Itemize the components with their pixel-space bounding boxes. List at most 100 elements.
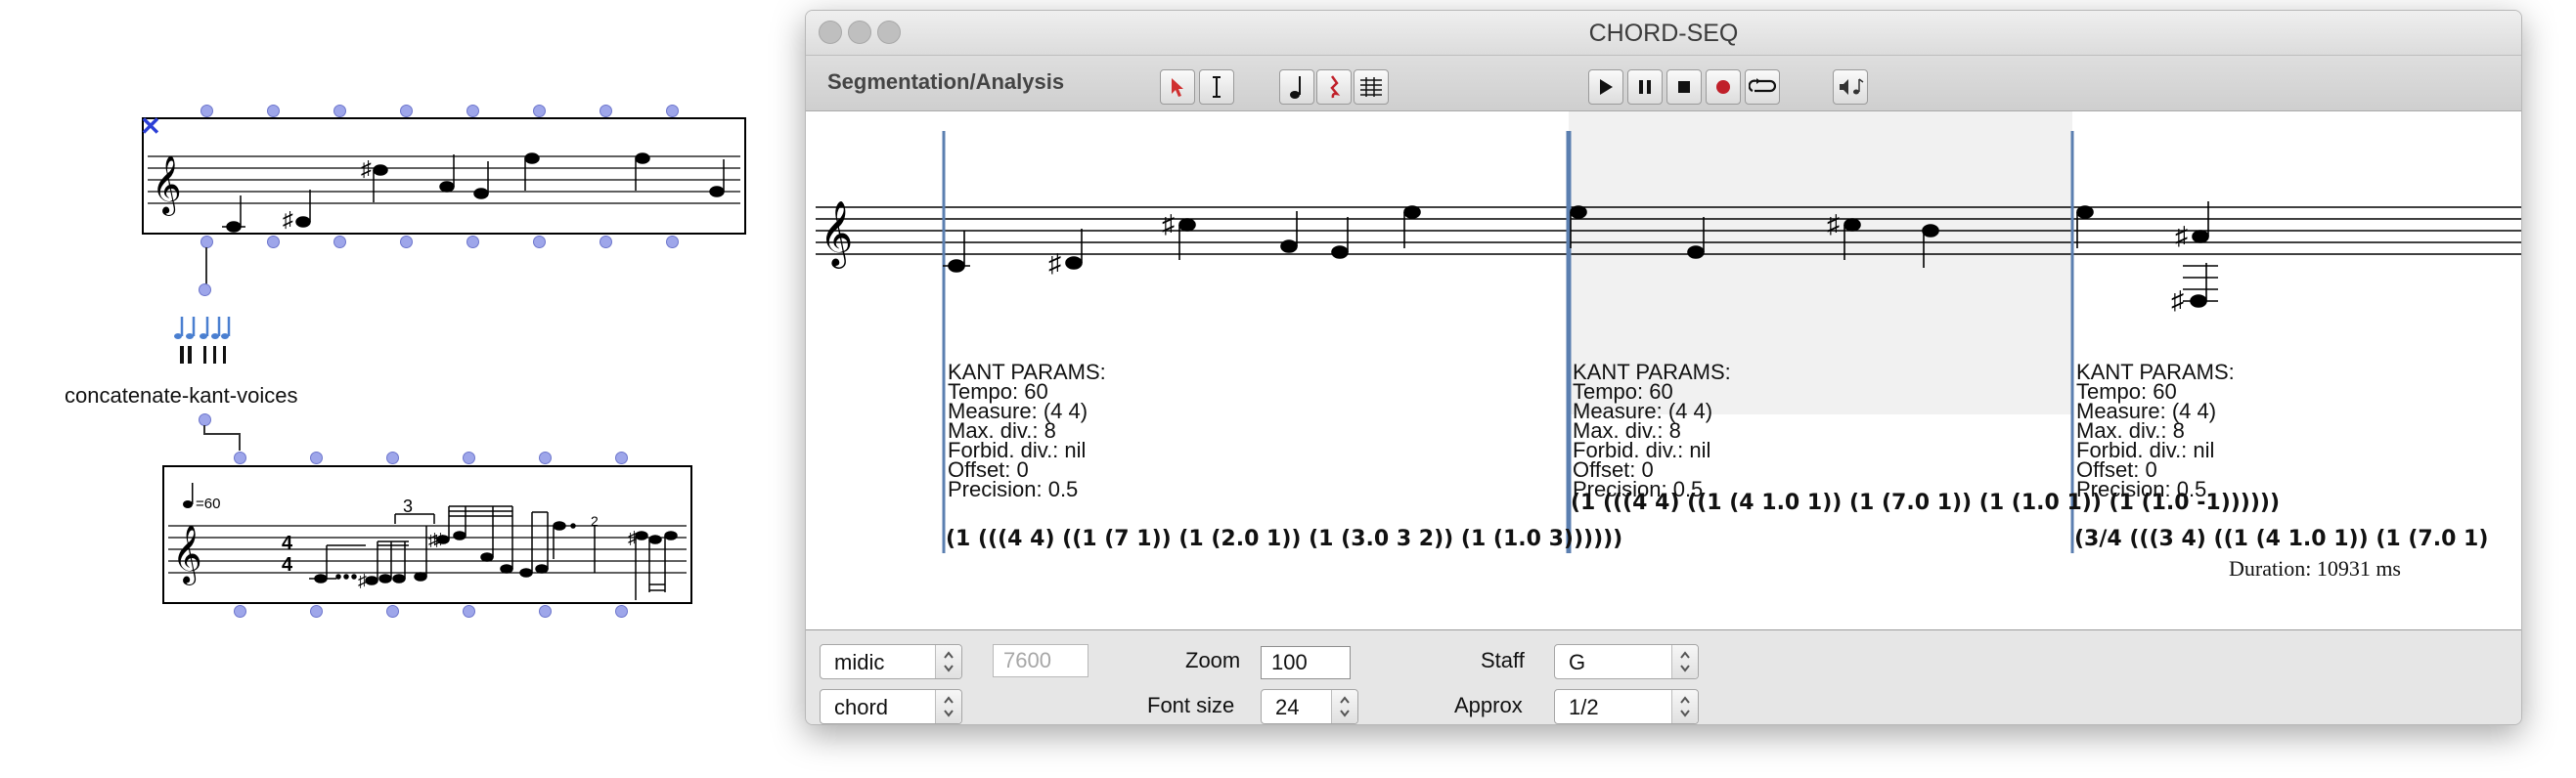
rest-icon <box>1330 75 1341 99</box>
kant-object-label: concatenate-kant-voices <box>65 383 298 408</box>
inlet[interactable] <box>533 105 546 117</box>
svg-text:♯: ♯ <box>1048 248 1061 278</box>
svg-text:♯: ♯ <box>283 207 293 232</box>
outlet[interactable] <box>333 236 346 248</box>
inlet[interactable] <box>333 105 346 117</box>
time-signature-bottom: 4 <box>282 554 293 576</box>
patch-connection[interactable] <box>239 433 241 451</box>
zoom-input[interactable]: 100 <box>1261 646 1351 679</box>
window-title: CHORD-SEQ <box>1588 20 1739 47</box>
tempo-mark: =60 <box>196 496 220 512</box>
svg-text:♯: ♯ <box>361 156 372 181</box>
input-chord-seq-box[interactable]: 𝄞 ♯ ♯ <box>142 117 746 235</box>
inlet[interactable] <box>386 452 399 464</box>
svg-text:♯: ♯ <box>358 571 367 590</box>
approx-select[interactable]: 1/2 <box>1554 689 1699 724</box>
note-icon <box>1290 76 1301 99</box>
score-grid-button[interactable] <box>1354 69 1389 105</box>
patch-connection[interactable] <box>203 433 241 435</box>
outlet[interactable] <box>600 236 612 248</box>
outlet[interactable] <box>310 605 323 618</box>
inlet[interactable] <box>200 105 213 117</box>
inlet[interactable] <box>539 452 552 464</box>
arrow-select-icon <box>1172 78 1183 97</box>
arrow-select-button[interactable] <box>1160 69 1195 105</box>
staff-select[interactable]: G <box>1554 644 1699 679</box>
score-view[interactable]: 𝄞 ♯ ♯ ♯ ♯ ♯ KANT PARAMS: Tempo: 60 Measu… <box>806 111 2521 630</box>
treble-clef-icon: 𝄞 <box>152 155 182 216</box>
score-grid-icon <box>1360 77 1382 97</box>
font-size-label: Font size <box>1147 693 1235 717</box>
outlet[interactable] <box>666 236 679 248</box>
inlet[interactable] <box>234 452 246 464</box>
outlet[interactable] <box>400 236 413 248</box>
duration-readout: Duration: 10931 ms <box>2229 556 2401 581</box>
outlet[interactable] <box>466 236 479 248</box>
record-button[interactable] <box>1706 69 1741 105</box>
rhythm-tree-segment-1: (1 (((4 4) ((1 (7 1)) (1 (2.0 1)) (1 (3.… <box>946 527 1623 551</box>
close-icon[interactable]: ✕ <box>140 113 161 139</box>
inlet[interactable] <box>400 105 413 117</box>
time-signature-top: 4 <box>282 533 293 554</box>
pause-button[interactable] <box>1627 69 1663 105</box>
outlet[interactable] <box>463 605 475 618</box>
inlet[interactable] <box>310 452 323 464</box>
rest-tool-button[interactable] <box>1316 69 1352 105</box>
stop-icon <box>1678 81 1690 93</box>
outlet[interactable] <box>539 605 552 618</box>
display-mode-select[interactable]: chord <box>820 689 962 724</box>
patch-canvas[interactable]: 𝄞 ♯ ♯ ✕ concatenate-kant-voices 𝄞 =60 4 … <box>0 0 802 778</box>
rhythm-tree-segment-3: (3/4 (((3 4) ((1 (4 1.0 1)) (1 (7.0 1) <box>2074 527 2489 551</box>
pitch-value-field[interactable]: 7600 <box>993 644 1088 677</box>
stop-button[interactable] <box>1666 69 1702 105</box>
kant-params-segment-1: KANT PARAMS: Tempo: 60 Measure: (4 4) Max. … <box>948 360 1106 501</box>
inlet[interactable] <box>615 452 628 464</box>
kant-inlet[interactable] <box>199 283 211 296</box>
staff-value: G <box>1569 650 1586 674</box>
inlet[interactable] <box>466 105 479 117</box>
outlet[interactable] <box>267 236 280 248</box>
text-cursor-button[interactable] <box>1199 69 1234 105</box>
rhythm-tree-segment-2: (1 (((4 4) ((1 (4 1.0 1)) (1 (7.0 1)) (1… <box>1571 491 2281 515</box>
svg-text:♯: ♯ <box>434 530 443 549</box>
font-size-select[interactable]: 24 <box>1261 689 1358 724</box>
ledger-chord <box>2183 263 2218 308</box>
inlet[interactable] <box>463 452 475 464</box>
chevron-updown-icon <box>1671 645 1698 678</box>
staff-label: Staff <box>1481 648 1525 672</box>
output-voice-box[interactable]: 𝄞 =60 4 4 3 2 ♯ ♯ ♯ ♯ <box>162 465 692 604</box>
svg-text:♯: ♯ <box>2171 285 2184 315</box>
pitch-mode-select[interactable]: midic <box>820 644 962 679</box>
inlet[interactable] <box>600 105 612 117</box>
midi-output-button[interactable] <box>1833 69 1868 105</box>
svg-text:♯: ♯ <box>1827 209 1840 238</box>
tuplet-label: 3 <box>403 497 413 516</box>
inlet[interactable] <box>666 105 679 117</box>
treble-clef-icon: 𝄞 <box>820 199 853 269</box>
treble-clef-icon: 𝄞 <box>172 525 202 585</box>
display-mode-value: chord <box>834 695 889 719</box>
loop-button[interactable] <box>1745 69 1780 105</box>
title-bar[interactable]: CHORD-SEQ <box>806 11 2521 56</box>
chevron-updown-icon <box>1331 690 1357 723</box>
svg-text:♯: ♯ <box>628 528 637 547</box>
editor-toolbar: Segmentation/Analysis <box>806 56 2521 111</box>
outlet[interactable] <box>234 605 246 618</box>
note-tool-button[interactable] <box>1279 69 1314 105</box>
kant-icon[interactable] <box>174 313 235 367</box>
speaker-note-icon <box>1840 78 1864 95</box>
chevron-updown-icon <box>935 645 961 678</box>
toolbar-mode-label: Segmentation/Analysis <box>827 69 1065 94</box>
patch-connection[interactable] <box>205 247 207 286</box>
pause-icon <box>1639 80 1651 94</box>
inlet[interactable] <box>267 105 280 117</box>
play-button[interactable] <box>1588 69 1623 105</box>
bottom-control-panel: midic 7600 chord Zoom 100 Font size 24 S… <box>806 630 2521 724</box>
svg-text:♯: ♯ <box>1162 209 1175 238</box>
chevron-updown-icon <box>1671 690 1698 723</box>
chevron-updown-icon <box>935 690 961 723</box>
chord-seq-window[interactable]: CHORD-SEQ Segmentation/Analysis 𝄞 ♯ ♯ ♯ … <box>805 10 2522 725</box>
outlet[interactable] <box>615 605 628 618</box>
outlet[interactable] <box>386 605 399 618</box>
outlet[interactable] <box>533 236 546 248</box>
